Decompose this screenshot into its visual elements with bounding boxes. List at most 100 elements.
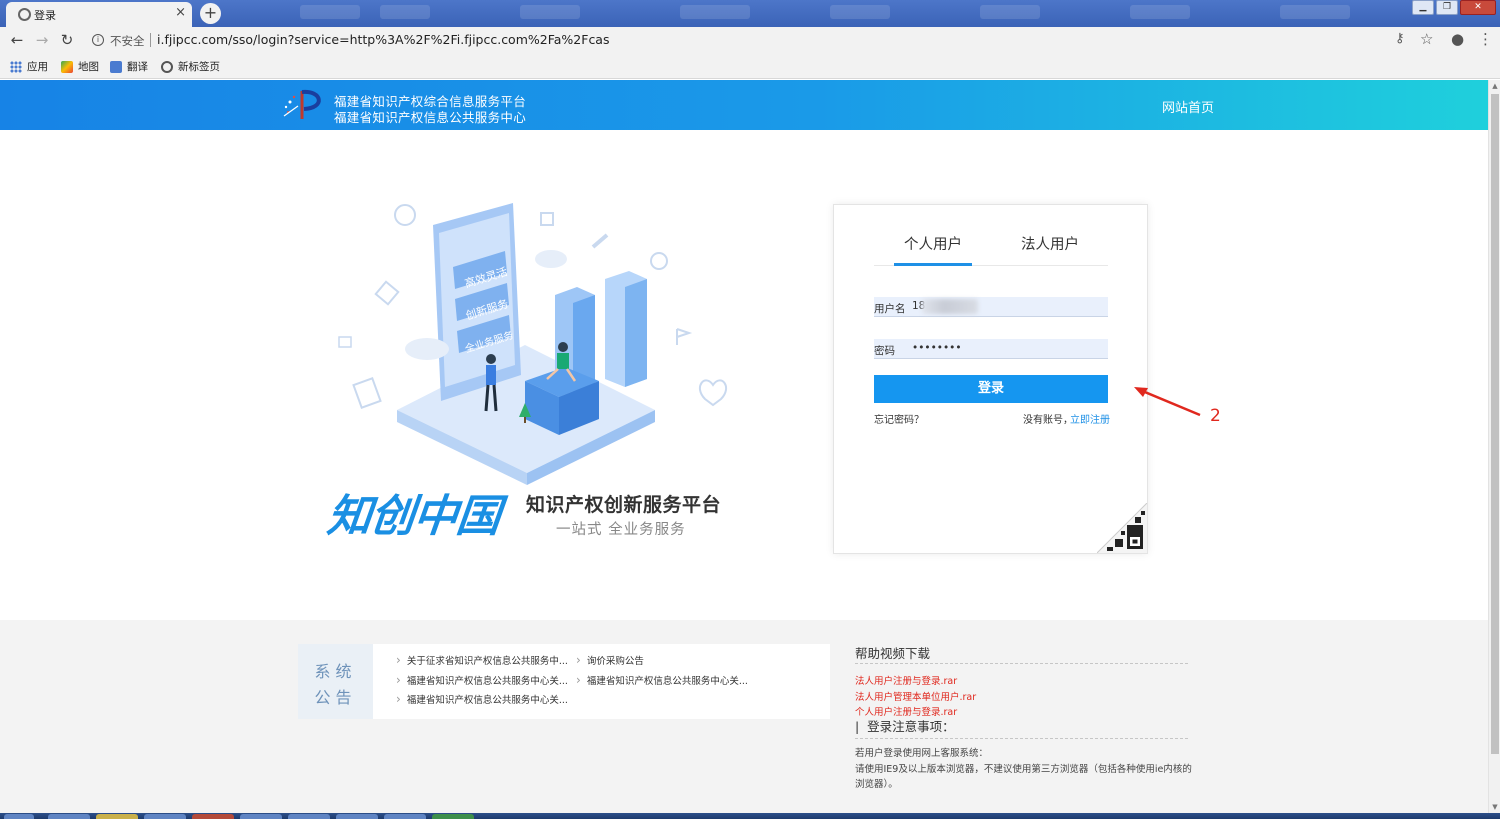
annotation-number: 2 bbox=[1210, 406, 1221, 426]
notes-title-text: 登录注意事项： bbox=[867, 719, 955, 734]
back-arrow-icon[interactable]: ← bbox=[8, 31, 26, 49]
annotation-arrow-icon bbox=[1134, 387, 1201, 417]
username-label: 用户名 bbox=[874, 303, 906, 315]
translate-icon bbox=[110, 60, 122, 73]
login-card: 个人用户 法人用户 用户名 18 密码 •••••••• 登录 忘记密码？ 没有… bbox=[833, 204, 1148, 554]
background-tab-blur bbox=[1130, 5, 1190, 19]
tab-corporate-user[interactable]: 法人用户 bbox=[1021, 233, 1079, 254]
page-scrollbar[interactable]: ▲ ▼ bbox=[1488, 80, 1500, 813]
background-tab-blur bbox=[520, 5, 580, 19]
notes-title: | 登录注意事项： bbox=[855, 719, 955, 734]
username-field[interactable]: 用户名 18 bbox=[874, 297, 1108, 317]
forgot-password-link[interactable]: 忘记密码？ bbox=[874, 411, 924, 426]
password-value: •••••••• bbox=[912, 342, 962, 354]
background-tab-blur bbox=[380, 5, 430, 19]
new-tab-button[interactable]: + bbox=[200, 3, 221, 24]
no-account-text: 没有账号， bbox=[1023, 415, 1073, 426]
close-window-icon[interactable]: ✕ bbox=[1460, 0, 1496, 15]
header-subtitle: 福建省知识产权信息公共服务中心 bbox=[334, 110, 527, 125]
url-omnibox[interactable]: i 不安全 i.fjipcc.com/sso/login?service=htt… bbox=[88, 29, 1444, 52]
minimize-icon[interactable]: ▁ bbox=[1412, 0, 1434, 15]
help-download-link[interactable]: 法人用户管理本单位用户.rar bbox=[855, 689, 976, 703]
notes-line: 请使用IE9及以上版本浏览器，不建议使用第三方浏览器（包括各种使用ie内核的浏览… bbox=[855, 764, 1192, 790]
apps-grid-icon bbox=[10, 60, 22, 73]
key-icon[interactable]: ⚷ bbox=[1395, 31, 1405, 46]
divider bbox=[855, 738, 1188, 739]
maximize-icon[interactable]: ❐ bbox=[1436, 0, 1458, 15]
bookmark-label: 新标签页 bbox=[178, 61, 220, 73]
help-download-link[interactable]: 法人用户注册与登录.rar bbox=[855, 673, 957, 687]
active-tab-indicator bbox=[894, 263, 972, 266]
bookmark-newtab[interactable]: 新标签页 bbox=[161, 59, 220, 74]
taskbar-app[interactable] bbox=[288, 814, 330, 819]
background-tab-blur bbox=[980, 5, 1040, 19]
scroll-down-icon[interactable]: ▼ bbox=[1489, 801, 1500, 813]
home-link[interactable]: 网站首页 bbox=[1162, 97, 1214, 116]
bookmark-label: 应用 bbox=[27, 61, 48, 73]
browser-tab-bar: 登录 × + ▁ ❐ ✕ bbox=[0, 0, 1500, 27]
forward-arrow-icon[interactable]: → bbox=[33, 31, 51, 49]
login-button[interactable]: 登录 bbox=[874, 375, 1108, 403]
address-bar: ← → ↻ i 不安全 i.fjipcc.com/sso/login?servi… bbox=[0, 27, 1500, 54]
brand-tagline: 一站式 全业务服务 bbox=[556, 522, 686, 538]
password-label: 密码 bbox=[874, 345, 895, 357]
notice-link[interactable]: 福建省知识产权信息公共服务中心关... bbox=[396, 692, 568, 706]
tab-title: 登录 bbox=[34, 9, 56, 22]
notice-link[interactable]: 福建省知识产权信息公共服务中心关... bbox=[576, 673, 748, 687]
notice-label-line: 系统 bbox=[314, 662, 357, 681]
brand-subtitle: 知识产权创新服务平台 bbox=[526, 494, 722, 516]
hero-illustration: 高效灵活 创新服务 全业务服务 bbox=[338, 203, 727, 485]
globe-icon bbox=[161, 60, 173, 73]
taskbar-app[interactable] bbox=[48, 814, 90, 819]
bookmark-maps[interactable]: 地图 bbox=[61, 59, 99, 74]
brand-logo-text: 知创中国 bbox=[324, 491, 503, 542]
redacted-blur bbox=[922, 299, 978, 314]
window-controls: ▁ ❐ ✕ bbox=[1410, 0, 1496, 16]
profile-icon[interactable]: ● bbox=[1451, 30, 1464, 48]
reload-icon[interactable]: ↻ bbox=[58, 31, 76, 49]
login-tabs: 个人用户 法人用户 bbox=[874, 205, 1108, 266]
taskbar-app[interactable] bbox=[240, 814, 282, 819]
notice-link[interactable]: 询价采购公告 bbox=[576, 653, 644, 667]
background-tab-blur bbox=[830, 5, 890, 19]
bookmark-star-icon[interactable]: ☆ bbox=[1420, 30, 1433, 48]
tab-personal-user[interactable]: 个人用户 bbox=[904, 233, 962, 254]
url-text[interactable]: i.fjipcc.com/sso/login?service=http%3A%2… bbox=[157, 32, 609, 47]
bookmark-translate[interactable]: 翻译 bbox=[110, 59, 148, 74]
bookmarks-bar: 应用 地图 翻译 新标签页 bbox=[0, 54, 1500, 79]
bookmark-label: 翻译 bbox=[127, 61, 148, 73]
globe-icon bbox=[18, 8, 31, 21]
notice-link[interactable]: 关于征求省知识产权信息公共服务中... bbox=[396, 653, 568, 667]
bookmark-apps[interactable]: 应用 bbox=[10, 59, 48, 74]
url-divider bbox=[150, 33, 151, 47]
info-icon[interactable]: i bbox=[92, 34, 104, 46]
notice-link[interactable]: 福建省知识产权信息公共服务中心关... bbox=[396, 673, 568, 687]
security-status[interactable]: 不安全 bbox=[110, 33, 145, 49]
notice-label-line: 公告 bbox=[314, 688, 357, 707]
bookmark-label: 地图 bbox=[78, 61, 99, 73]
browser-tab-active[interactable]: 登录 × bbox=[6, 2, 192, 27]
system-notice-box: 系统 公告 关于征求省知识产权信息公共服务中... 询价采购公告 福建省知识产权… bbox=[298, 644, 830, 719]
site-logo-icon bbox=[283, 89, 321, 119]
password-field[interactable]: 密码 •••••••• bbox=[874, 339, 1108, 359]
taskbar-app[interactable] bbox=[144, 814, 186, 819]
notes-line: 若用户登录使用网上客服系统： bbox=[855, 748, 989, 759]
scroll-up-icon[interactable]: ▲ bbox=[1489, 80, 1500, 92]
register-link[interactable]: 立即注册 bbox=[1070, 411, 1110, 426]
notice-label: 系统 公告 bbox=[298, 644, 373, 719]
scroll-thumb[interactable] bbox=[1491, 94, 1499, 754]
maps-icon bbox=[61, 60, 73, 73]
menu-kebab-icon[interactable]: ⋮ bbox=[1478, 30, 1493, 48]
start-button[interactable] bbox=[4, 814, 34, 819]
qr-code-icon[interactable] bbox=[1097, 503, 1147, 553]
background-tab-blur bbox=[300, 5, 360, 19]
taskbar-app[interactable] bbox=[336, 814, 378, 819]
taskbar-app[interactable] bbox=[192, 814, 234, 819]
taskbar-app[interactable] bbox=[384, 814, 426, 819]
taskbar-app[interactable] bbox=[96, 814, 138, 819]
divider bbox=[855, 663, 1188, 664]
tab-close-icon[interactable]: × bbox=[175, 5, 186, 20]
site-header: 福建省知识产权综合信息服务平台 福建省知识产权信息公共服务中心 网站首页 bbox=[0, 80, 1488, 130]
taskbar-app[interactable] bbox=[432, 814, 474, 819]
background-tab-blur bbox=[680, 5, 750, 19]
